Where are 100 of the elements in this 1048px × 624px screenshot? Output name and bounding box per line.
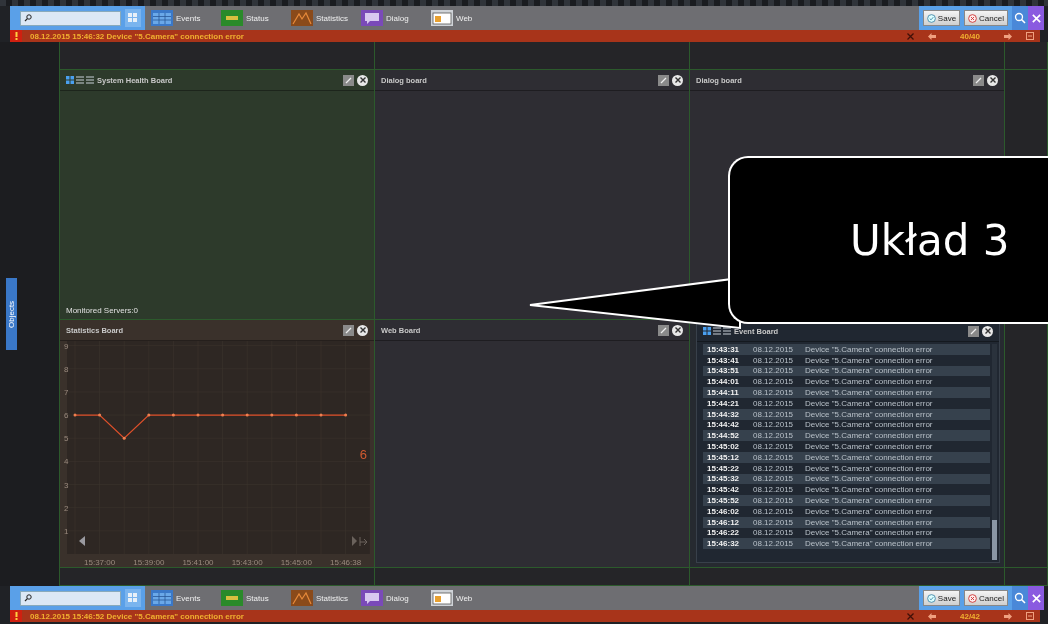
event-row[interactable]: 15:46:32 08.12.2015 Device "5.Camera" connection error (703, 538, 990, 550)
event-row[interactable]: 15:43:31 08.12.2015 Device "5.Camera" connection error (703, 344, 990, 355)
view-mode-icons[interactable] (66, 76, 94, 84)
cancel-button[interactable]: Cancel (964, 590, 1008, 606)
data-point (171, 413, 175, 417)
event-row[interactable]: 15:44:32 08.12.2015 Device "5.Camera" connection error (703, 408, 990, 420)
data-point (344, 413, 348, 417)
jump-to-end-icon[interactable] (359, 536, 368, 547)
close-icon[interactable] (907, 32, 914, 40)
check-icon (926, 13, 936, 23)
cancel-button[interactable]: Cancel (964, 10, 1008, 26)
event-row[interactable]: 15:46:02 08.12.2015 Device "5.Camera" connection error (703, 505, 990, 517)
toolbar-tab[interactable]: Web (431, 10, 495, 26)
settings-button[interactable] (1028, 586, 1044, 610)
grid-icon (128, 593, 138, 603)
event-row[interactable]: 15:45:52 08.12.2015 Device "5.Camera" connection error (703, 495, 990, 506)
search-icon (24, 14, 32, 22)
search-button[interactable] (1012, 586, 1028, 610)
edit-button[interactable] (658, 324, 669, 336)
event-row[interactable]: 15:45:02 08.12.2015 Device "5.Camera" connection error (703, 441, 990, 452)
close-icon (968, 13, 978, 23)
event-row[interactable]: 15:43:41 08.12.2015 Device "5.Camera" connection error (703, 354, 990, 366)
toolbar-tab[interactable]: Events (151, 590, 215, 606)
event-row[interactable]: 15:44:01 08.12.2015 Device "5.Camera" connection error (703, 376, 990, 388)
search-icon (1014, 12, 1026, 24)
y-tick-label: 7 (64, 387, 69, 397)
edit-button[interactable] (658, 74, 669, 86)
close-button[interactable] (672, 74, 683, 86)
close-icon (989, 77, 996, 83)
toolbar-tab[interactable]: Web (431, 590, 495, 606)
close-button[interactable] (357, 74, 368, 86)
toolbar-tab[interactable]: Events (151, 10, 215, 26)
objects-tab[interactable]: Objects (6, 278, 17, 350)
grid-icon (128, 13, 138, 23)
close-button[interactable] (982, 325, 993, 337)
scroll-right-icon[interactable] (352, 536, 357, 546)
y-tick-label: 1 (64, 526, 69, 536)
toolbar-tab[interactable]: Status (221, 10, 285, 26)
toolbar-tab[interactable]: Dialog (361, 590, 425, 606)
event-row[interactable]: 15:43:51 08.12.2015 Device "5.Camera" connection error (703, 365, 990, 377)
y-tick-label: 4 (64, 457, 69, 467)
data-point (147, 413, 151, 417)
data-point (196, 413, 200, 417)
browser-window-icon (431, 590, 453, 606)
data-point (319, 413, 323, 417)
event-row[interactable]: 15:46:12 08.12.2015 Device "5.Camera" connection error (703, 516, 990, 528)
x-tick-label: 15:37:00 (84, 558, 116, 567)
exit-icon[interactable] (1026, 32, 1034, 40)
data-point (122, 436, 126, 440)
exit-icon[interactable] (1026, 612, 1034, 620)
event-row[interactable]: 15:44:11 08.12.2015 Device "5.Camera" connection error (703, 387, 990, 398)
toolbar-tab[interactable]: Status (221, 590, 285, 606)
close-button[interactable] (987, 74, 998, 86)
x-tick-label: 15:41:00 (182, 558, 214, 567)
event-row[interactable]: 15:46:22 08.12.2015 Device "5.Camera" connection error (703, 527, 990, 539)
warning-icon (10, 30, 22, 42)
y-tick-label: 2 (64, 503, 69, 513)
alert-message: 08.12.2015 15:46:52 Device "5.Camera" connection error (30, 611, 244, 621)
event-row[interactable]: 15:45:32 08.12.2015 Device "5.Camera" connection error (703, 473, 990, 485)
alert-message: 08.12.2015 15:46:32 Device "5.Camera" connection error (30, 31, 244, 41)
search-field[interactable] (20, 590, 121, 606)
data-point (73, 413, 77, 417)
toolbar-tab[interactable]: Dialog (361, 10, 425, 26)
table-icon (151, 590, 173, 606)
x-tick-label: 15:43:00 (231, 558, 263, 567)
save-button[interactable]: Save (922, 10, 961, 26)
edit-button[interactable] (973, 74, 984, 86)
scrollbar[interactable] (992, 344, 997, 560)
scroll-left-icon[interactable] (79, 536, 85, 546)
y-tick-label: 8 (64, 364, 69, 374)
event-row[interactable]: 15:44:52 08.12.2015 Device "5.Camera" connection error (703, 430, 990, 442)
edit-button[interactable] (343, 74, 354, 86)
event-row[interactable]: 15:45:22 08.12.2015 Device "5.Camera" connection error (703, 462, 990, 474)
toolbar-tab[interactable]: Statistics (291, 590, 355, 606)
event-row[interactable]: 15:44:21 08.12.2015 Device "5.Camera" connection error (703, 398, 990, 409)
view-mode-icons[interactable] (703, 327, 731, 335)
search-icon (1014, 592, 1026, 604)
monitor-panel-icon (221, 10, 243, 26)
toolbar-tab[interactable]: Statistics (291, 10, 355, 26)
close-button[interactable] (672, 324, 683, 336)
event-row[interactable]: 15:44:42 08.12.2015 Device "5.Camera" connection error (703, 419, 990, 431)
left-arrow-icon[interactable] (928, 32, 936, 40)
event-row[interactable]: 15:45:12 08.12.2015 Device "5.Camera" connection error (703, 451, 990, 463)
speech-bubble-icon (361, 10, 383, 26)
event-row[interactable]: 15:45:42 08.12.2015 Device "5.Camera" connection error (703, 484, 990, 496)
search-icon (24, 594, 32, 602)
save-button[interactable]: Save (922, 590, 961, 606)
close-icon (359, 327, 366, 333)
edit-button[interactable] (343, 324, 354, 336)
close-icon[interactable] (907, 612, 914, 620)
search-field[interactable] (20, 10, 121, 26)
right-arrow-icon[interactable] (1004, 32, 1012, 40)
left-arrow-icon[interactable] (928, 612, 936, 620)
settings-button[interactable] (1028, 6, 1044, 30)
search-button[interactable] (1012, 6, 1028, 30)
right-arrow-icon[interactable] (1004, 612, 1012, 620)
close-button[interactable] (357, 324, 368, 336)
close-icon (984, 328, 991, 334)
edit-button[interactable] (968, 325, 979, 337)
y-tick-label: 6 (64, 411, 69, 421)
